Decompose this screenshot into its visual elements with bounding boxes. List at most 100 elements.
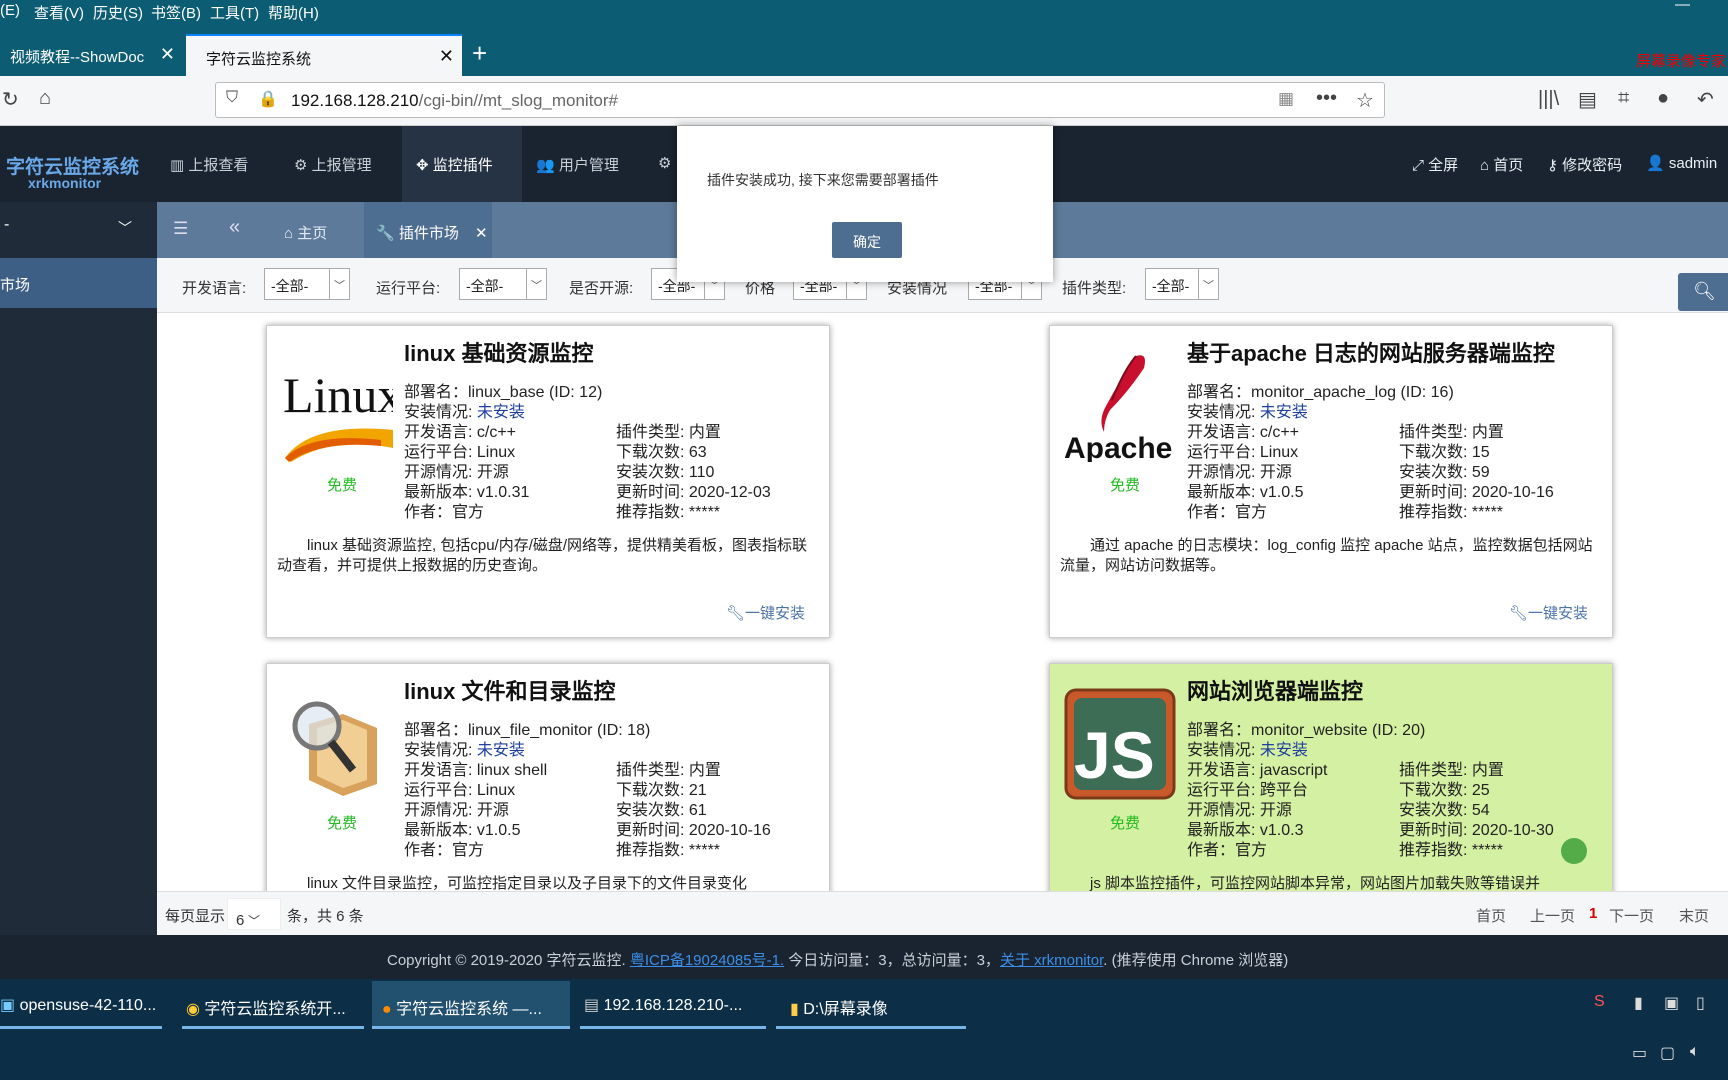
- nav-user-manage[interactable]: 👥 用户管理: [536, 126, 646, 202]
- battery-icon[interactable]: ▭: [1632, 1043, 1647, 1063]
- plugin-card-linux-base: Linux 免费 linux 基础资源监控 部署名：linux_base (ID…: [266, 325, 830, 638]
- qr-code-icon[interactable]: ▦: [1278, 89, 1294, 109]
- mic-icon[interactable]: ▮: [1634, 993, 1643, 1013]
- taskbar-item-opensuse[interactable]: ▣ opensuse-42-110...: [0, 981, 162, 1029]
- plugin-title: 基于apache 日志的网站服务器端监控: [1187, 341, 1555, 366]
- bar-chart-icon: ▥: [170, 157, 189, 174]
- filter-select-platform[interactable]: -全部- ﹀: [459, 268, 547, 300]
- users-icon: 👥: [536, 157, 559, 174]
- menu-toggle-icon[interactable]: ☰: [173, 219, 188, 239]
- browser-tab-xrkmonitor[interactable]: 字符云监控系统 ✕: [186, 34, 462, 76]
- one-click-install-button[interactable]: 🔧︎一键安装: [1509, 602, 1588, 623]
- confirm-button[interactable]: 确定: [832, 222, 902, 258]
- menu-bookmarks[interactable]: 书签(B): [151, 2, 201, 23]
- chevron-down-icon: ﹀: [1198, 269, 1218, 299]
- page-current: 1: [1589, 905, 1598, 922]
- sidebar-icon[interactable]: ▤: [1578, 87, 1597, 112]
- plugin-description: linux 基础资源监控, 包括cpu/内存/磁盘/网络等，提供精美看板，图表指…: [277, 537, 808, 574]
- author: 作者：官方: [404, 504, 485, 521]
- double-left-icon[interactable]: «: [229, 216, 240, 239]
- taskbar-item-folder[interactable]: ▮ D:\屏幕录像: [776, 981, 966, 1029]
- insecure-lock-icon: 🔒: [258, 91, 278, 108]
- nav-report-manage[interactable]: ⚙ 上报管理: [294, 126, 404, 202]
- svg-text:Apache: Apache: [1064, 432, 1172, 462]
- device-icon[interactable]: ▯: [1696, 993, 1705, 1013]
- volume-icon[interactable]: 🔈︎: [1690, 1043, 1700, 1061]
- taskbar-item-remote[interactable]: ▤ 192.168.128.210-...: [580, 981, 766, 1029]
- new-tab-icon[interactable]: +: [472, 38, 487, 69]
- svg-text:Linux: Linux: [283, 367, 393, 423]
- page-first-button[interactable]: 首页: [1476, 905, 1506, 926]
- shield-icon: ⛉: [226, 89, 239, 106]
- one-click-install-button[interactable]: 🔧︎一键安装: [726, 602, 805, 623]
- filter-select-type[interactable]: -全部- ﹀: [1145, 268, 1219, 300]
- more-icon[interactable]: •••: [1316, 87, 1337, 110]
- crop-icon[interactable]: ⌗: [1618, 87, 1629, 110]
- price-label: 免费: [1110, 477, 1141, 494]
- sidebar-selector[interactable]: - ﹀: [0, 202, 157, 258]
- ime-icon[interactable]: S: [1594, 993, 1605, 1011]
- plugin-description: linux 文件目录监控，可监控指定目录以及子目录下的文件目录变化: [307, 875, 748, 891]
- nav-settings[interactable]: ⚙: [658, 126, 678, 202]
- plugin-title: linux 基础资源监控: [404, 341, 594, 366]
- back-arrow-icon[interactable]: ↶: [1697, 87, 1714, 112]
- change-password-button[interactable]: ⚷ 修改密码: [1547, 154, 1622, 175]
- browser-tab-showdoc[interactable]: 视频教程--ShowDoc ✕: [0, 34, 183, 76]
- filter-select-lang[interactable]: -全部- ﹀: [264, 268, 350, 300]
- app-logo-en[interactable]: xrkmonitor: [28, 175, 101, 191]
- taskbar-item-firefox[interactable]: ● 字符云监控系统 —...: [372, 981, 570, 1029]
- per-page-label: 每页显示: [165, 908, 226, 925]
- nav-monitor-plugins[interactable]: ✥ 监控插件: [402, 126, 522, 202]
- author: 作者：官方: [1187, 504, 1268, 521]
- chat-icon[interactable]: ●: [1657, 87, 1669, 110]
- per-page-select[interactable]: 6 ﹀: [227, 898, 281, 930]
- star-icon[interactable]: ☆: [1356, 88, 1374, 113]
- close-icon[interactable]: ✕: [439, 46, 454, 67]
- page-next-button[interactable]: 下一页: [1609, 905, 1654, 926]
- about-link[interactable]: 关于 xrkmonitor: [1000, 952, 1103, 969]
- taskbar-item-chrome[interactable]: ◉ 字符云监控系统开...: [182, 981, 364, 1029]
- minimize-icon[interactable]: —: [1675, 0, 1690, 13]
- browser-tab-title: 字符云监控系统: [206, 51, 312, 68]
- vm-icon: ▣: [0, 997, 20, 1014]
- page-last-button[interactable]: 末页: [1679, 905, 1709, 926]
- chevron-down-icon: ﹀: [329, 269, 349, 299]
- tab-plugin-market[interactable]: 🔧 插件市场 ✕: [364, 202, 492, 258]
- menu-view[interactable]: 查看(V): [34, 2, 84, 23]
- javascript-logo: JS: [1064, 688, 1176, 800]
- home-button[interactable]: ⌂ 首页: [1480, 154, 1523, 175]
- svg-text:JS: JS: [1074, 718, 1155, 792]
- browser-menubar: (E) 查看(V) 历史(S) 书签(B) 工具(T) 帮助(H) —: [0, 0, 1728, 22]
- nav-report-view[interactable]: ▥ 上报查看: [170, 126, 290, 202]
- chevron-down-icon: ﹀: [526, 269, 546, 299]
- sidebar-item-market[interactable]: 市场: [0, 258, 157, 308]
- search-button[interactable]: 🔍︎: [1678, 273, 1728, 311]
- filter-label-platform: 运行平台:: [376, 280, 441, 297]
- icp-link[interactable]: 粤ICP备19024085号-1.: [630, 952, 784, 969]
- browser-tab-title: 视频教程--ShowDoc: [10, 49, 145, 66]
- menu-history[interactable]: 历史(S): [93, 2, 143, 23]
- screen-icon[interactable]: ▣: [1664, 993, 1679, 1013]
- dialog-message: 插件安装成功, 接下来您需要部署插件: [707, 172, 939, 188]
- plugin-list: Linux 免费 linux 基础资源监控 部署名：linux_base (ID…: [157, 313, 1728, 891]
- user-button[interactable]: 👤 sadmin: [1646, 154, 1717, 172]
- tab-home[interactable]: ⌂ 主页: [284, 202, 354, 258]
- menu-tools[interactable]: 工具(T): [210, 2, 259, 23]
- fullscreen-button[interactable]: ⤢ 全屏: [1412, 154, 1458, 175]
- home-icon[interactable]: ⌂: [39, 87, 51, 110]
- library-icon[interactable]: |||\: [1538, 88, 1559, 111]
- expand-icon: ⤢: [1412, 157, 1429, 174]
- home-icon: ⌂: [284, 225, 298, 242]
- close-icon[interactable]: ✕: [160, 44, 175, 65]
- page-prev-button[interactable]: 上一页: [1530, 905, 1575, 926]
- rating: 推荐指数: *****: [1399, 504, 1504, 521]
- menu-help[interactable]: 帮助(H): [268, 2, 319, 23]
- network-icon[interactable]: ▢: [1660, 1043, 1675, 1063]
- chrome-icon: ◉: [186, 1001, 205, 1018]
- menu-edit[interactable]: (E): [0, 2, 20, 19]
- reload-icon[interactable]: ↻: [2, 87, 19, 112]
- chevron-down-icon: ﹀: [248, 914, 261, 928]
- browser-tabbar: 屏幕录像专家 视频教程--ShowDoc ✕ 字符云监控系统 ✕ +: [0, 22, 1728, 76]
- url-bar[interactable]: ⛉ 🔒 192.168.128.210/cgi-bin//mt_slog_mon…: [215, 82, 1385, 118]
- close-icon[interactable]: ✕: [475, 225, 488, 242]
